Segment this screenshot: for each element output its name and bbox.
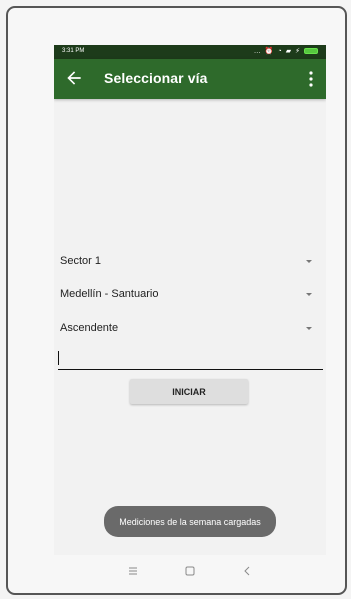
alarm-icon: ⏰ xyxy=(264,48,274,55)
sector-select-value: Sector 1 xyxy=(60,255,101,267)
sector-select[interactable]: Sector 1 xyxy=(54,248,326,274)
system-nav-bar xyxy=(54,555,326,587)
signal-icon: ▰ xyxy=(285,48,292,55)
home-square-icon[interactable] xyxy=(182,563,198,579)
more-dots-icon: … xyxy=(253,47,261,55)
start-button[interactable]: INICIAR xyxy=(130,379,248,404)
wifi-icon: ◔ xyxy=(277,47,282,55)
charging-icon: ⚡ xyxy=(295,48,300,55)
chevron-down-icon xyxy=(306,293,312,296)
status-icons: … ⏰ ◔ ▰ ⚡ xyxy=(254,47,318,55)
app-bar: Seleccionar vía xyxy=(54,59,326,99)
status-bar: 3:31 PM … ⏰ ◔ ▰ ⚡ xyxy=(54,45,326,59)
menu-icon[interactable] xyxy=(125,563,141,579)
arrow-back-icon[interactable] xyxy=(64,68,84,88)
more-vert-icon[interactable] xyxy=(304,69,318,89)
toast-message: Mediciones de la semana cargadas xyxy=(104,506,276,537)
direction-select[interactable]: Ascendente xyxy=(54,315,326,341)
chevron-down-icon xyxy=(306,260,312,263)
measurement-input[interactable] xyxy=(58,347,323,370)
direction-select-value: Ascendente xyxy=(60,322,119,334)
phone-frame: 3:31 PM … ⏰ ◔ ▰ ⚡ Seleccionar vía Sector… xyxy=(6,6,347,595)
back-chevron-icon[interactable] xyxy=(239,563,255,579)
route-select-value: Medellín - Santuario xyxy=(60,288,159,300)
page-title: Seleccionar vía xyxy=(104,70,208,86)
app-screen: 3:31 PM … ⏰ ◔ ▰ ⚡ Seleccionar vía Sector… xyxy=(54,45,326,587)
status-time: 3:31 PM xyxy=(62,48,85,54)
chevron-down-icon xyxy=(306,327,312,330)
route-select[interactable]: Medellín - Santuario xyxy=(54,281,326,307)
battery-icon xyxy=(304,48,318,54)
text-cursor xyxy=(58,351,59,365)
